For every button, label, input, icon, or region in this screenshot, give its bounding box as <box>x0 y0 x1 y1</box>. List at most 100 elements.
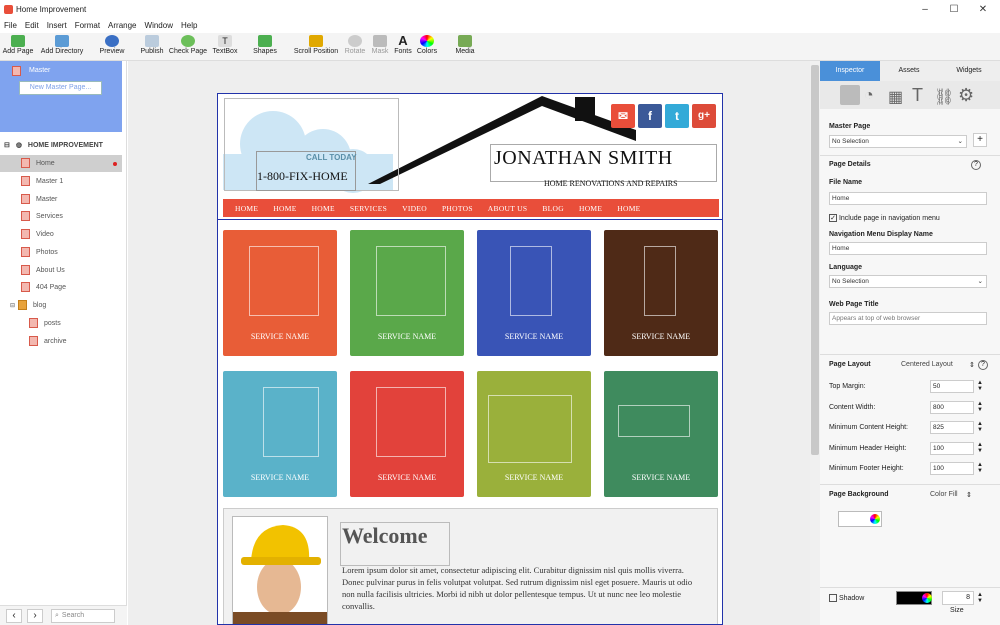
back-button[interactable]: ‹ <box>6 609 22 623</box>
worker-photo[interactable] <box>232 516 328 624</box>
tree-item-about-us[interactable]: About Us <box>0 262 122 279</box>
minimize-icon[interactable]: – <box>918 3 932 17</box>
tree-item-blog[interactable]: ⊟ blog <box>0 297 122 314</box>
close-icon[interactable]: ✕ <box>976 3 990 17</box>
collapse-icon[interactable]: ⊟ <box>10 303 15 309</box>
min-content-stepper[interactable]: ▲ ▼ <box>977 421 983 433</box>
tree-item-master-1[interactable]: Master 1 <box>0 173 122 190</box>
shapes-button[interactable]: Shapes <box>249 33 281 61</box>
service-tile-saw[interactable]: SERVICE NAME <box>350 371 464 497</box>
maximize-icon[interactable]: ☐ <box>947 3 961 17</box>
shadow-checkbox-row[interactable]: Shadow <box>829 594 864 602</box>
nav-home[interactable]: HOME <box>273 199 296 213</box>
nav-about-us[interactable]: ABOUT US <box>488 199 528 213</box>
google-plus-icon[interactable]: g+ <box>692 104 716 128</box>
tree-item-services[interactable]: Services <box>0 208 122 225</box>
fill-type-select[interactable]: Color Fill <box>930 491 958 498</box>
search-box[interactable]: ⌕ Search <box>51 609 115 623</box>
layout-mode-select[interactable]: Centered Layout <box>901 361 953 368</box>
content-width-field[interactable]: 800 <box>930 401 974 414</box>
mask-button[interactable]: Mask <box>369 33 391 61</box>
nav-home[interactable]: HOME <box>235 199 258 213</box>
nav-display-field[interactable]: Home <box>829 242 987 255</box>
shape-inspector-icon[interactable]: ◔ <box>864 87 874 105</box>
grid-inspector-icon[interactable]: ▦ <box>888 87 903 107</box>
menu-insert[interactable]: Insert <box>43 20 71 31</box>
site-preview[interactable]: CALL TODAY 1-800-FIX-HOME JONATHAN SMITH… <box>217 93 723 625</box>
service-tile-drill[interactable]: SERVICE NAME <box>604 371 718 497</box>
shadow-size-stepper[interactable]: ▲ ▼ <box>977 592 983 604</box>
web-title-field[interactable]: Appears at top of web browser <box>829 312 987 325</box>
tree-item-posts[interactable]: posts <box>0 315 122 332</box>
tab-assets[interactable]: Assets <box>880 61 938 81</box>
shadow-checkbox[interactable] <box>829 594 837 602</box>
menu-file[interactable]: File <box>0 20 21 31</box>
service-tile-spray-can[interactable]: SERVICE NAME <box>223 371 337 497</box>
service-tile-utility-knife[interactable]: SERVICE NAME <box>604 230 718 356</box>
tab-inspector[interactable]: Inspector <box>820 61 880 81</box>
new-master-page-button[interactable]: New Master Page... <box>19 81 102 95</box>
rotate-button[interactable]: Rotate <box>343 33 367 61</box>
shadow-size-field[interactable]: 8 <box>942 591 974 605</box>
help-icon[interactable]: ? <box>978 360 988 370</box>
tree-item-photos[interactable]: Photos <box>0 244 122 261</box>
check-page-button[interactable]: Check Page <box>167 33 209 61</box>
text-inspector-icon[interactable]: T <box>912 85 923 106</box>
nav-blog[interactable]: BLOG <box>542 199 564 213</box>
tree-item-archive[interactable]: archive <box>0 333 122 350</box>
help-icon[interactable]: ? <box>971 160 981 170</box>
tree-item-video[interactable]: Video <box>0 226 122 243</box>
forward-button[interactable]: › <box>27 609 43 623</box>
textbox-button[interactable]: T TextBox <box>210 33 240 61</box>
collapse-icon[interactable]: ⊟ <box>4 142 10 149</box>
menu-edit[interactable]: Edit <box>21 20 43 31</box>
scroll-position-button[interactable]: Scroll Position <box>290 33 342 61</box>
min-header-stepper[interactable]: ▲ ▼ <box>977 442 983 454</box>
page-inspector-icon[interactable] <box>840 85 860 105</box>
preview-button[interactable]: Preview <box>96 33 128 61</box>
nav-services[interactable]: SERVICES <box>350 199 387 213</box>
email-icon[interactable]: ✉ <box>611 104 635 128</box>
menu-window[interactable]: Window <box>141 20 177 31</box>
nav-home[interactable]: HOME <box>617 199 640 213</box>
add-page-button[interactable]: Add Page <box>1 33 35 61</box>
include-nav-checkbox-row[interactable]: ✓ Include page in navigation menu <box>829 214 940 222</box>
gear-icon[interactable]: ⚙ <box>958 85 974 106</box>
nav-home[interactable]: HOME <box>312 199 335 213</box>
tree-item-home[interactable]: Home <box>0 155 122 172</box>
fonts-button[interactable]: A Fonts <box>392 33 414 61</box>
twitter-icon[interactable]: t <box>665 104 689 128</box>
service-tile-paint-roller[interactable]: SERVICE NAME <box>350 230 464 356</box>
min-footer-stepper[interactable]: ▲ ▼ <box>977 462 983 474</box>
menu-arrange[interactable]: Arrange <box>104 20 140 31</box>
top-margin-stepper[interactable]: ▲ ▼ <box>977 380 983 392</box>
tree-item-master[interactable]: Master <box>0 191 122 208</box>
canvas-scrollbar[interactable] <box>810 61 820 625</box>
tab-widgets[interactable]: Widgets <box>938 61 1000 81</box>
menu-help[interactable]: Help <box>177 20 201 31</box>
include-nav-checkbox[interactable]: ✓ <box>829 214 837 222</box>
chevron-updown-icon[interactable]: ⇕ <box>966 491 972 499</box>
nav-video[interactable]: VIDEO <box>402 199 427 213</box>
master-page-select[interactable]: No Selection ⌄ <box>829 135 967 148</box>
nav-home[interactable]: HOME <box>579 199 602 213</box>
add-directory-button[interactable]: Add Directory <box>37 33 87 61</box>
scroll-thumb[interactable] <box>811 65 819 455</box>
facebook-icon[interactable]: f <box>638 104 662 128</box>
chevron-updown-icon[interactable]: ⇕ <box>969 361 975 369</box>
service-tile-paint-brush[interactable]: SERVICE NAME <box>477 371 591 497</box>
background-color-well[interactable] <box>838 511 882 527</box>
tree-item-404-page[interactable]: 404 Page <box>0 279 122 296</box>
min-content-field[interactable]: 825 <box>930 421 974 434</box>
min-footer-field[interactable]: 100 <box>930 462 974 475</box>
shadow-color-well[interactable] <box>896 591 932 605</box>
content-width-stepper[interactable]: ▲ ▼ <box>977 401 983 413</box>
media-button[interactable]: Media <box>452 33 478 61</box>
link-inspector-icon[interactable]: ⛓ <box>934 87 954 107</box>
service-tile-tools[interactable]: SERVICE NAME <box>223 230 337 356</box>
menu-format[interactable]: Format <box>71 20 104 31</box>
service-tile-screws[interactable]: SERVICE NAME <box>477 230 591 356</box>
add-master-button[interactable]: + <box>973 133 987 147</box>
nav-photos[interactable]: PHOTOS <box>442 199 473 213</box>
colors-button[interactable]: Colors <box>415 33 439 61</box>
